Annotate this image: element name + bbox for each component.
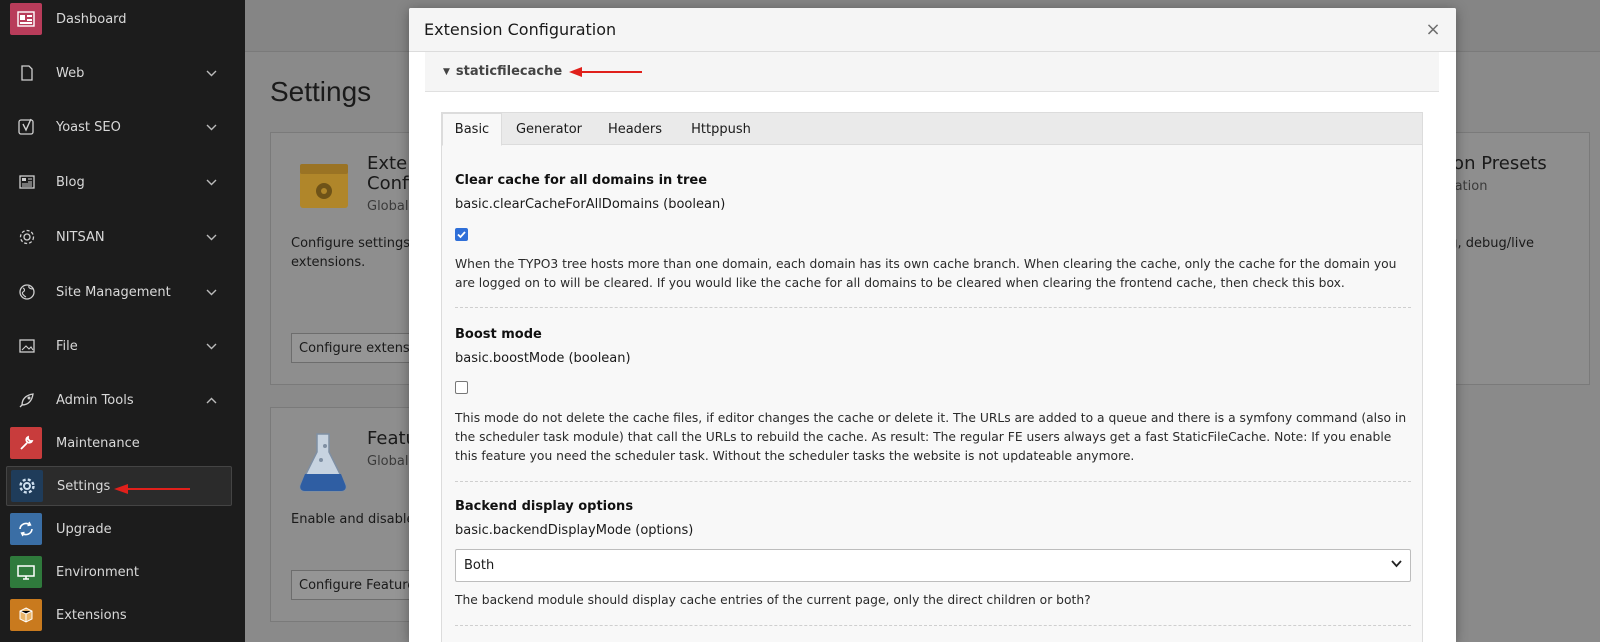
chevron-down-icon[interactable] (205, 121, 217, 133)
sidebar-item-upgrade[interactable]: Upgrade (6, 509, 232, 549)
sidebar-item-label: Settings (57, 478, 111, 494)
sidebar-item-environment[interactable]: Environment (6, 552, 232, 592)
card-subtitle: Global (367, 199, 409, 214)
chevron-down-icon (1391, 560, 1402, 568)
chevron-up-icon[interactable] (205, 394, 217, 406)
caret-down-icon: ▼ (443, 66, 450, 77)
yoast-icon (18, 118, 36, 136)
chevron-down-icon[interactable] (205, 176, 217, 188)
monitor-icon (10, 556, 42, 588)
blog-icon (18, 173, 36, 191)
refresh-icon (10, 513, 42, 545)
sidebar-item-label: Web (56, 65, 85, 81)
annotation-arrow-icon (569, 66, 643, 77)
divider (455, 481, 1411, 482)
rocket-icon (18, 391, 36, 409)
sidebar-item-nitsan[interactable]: NITSAN (0, 210, 245, 264)
configure-features-button[interactable]: Configure Feature (291, 570, 421, 600)
select-value: Both (464, 558, 495, 573)
modal-title: Extension Configuration (424, 20, 617, 39)
sidebar-item-label: Upgrade (56, 521, 112, 537)
sidebar-item-label: Site Management (56, 284, 171, 300)
setting-key: basic.clearCacheForAllDomains (boolean) (455, 197, 726, 212)
divider (455, 625, 1411, 626)
card-title: Exte (367, 153, 408, 174)
sidebar-item-yoast-seo[interactable]: Yoast SEO (0, 100, 245, 154)
card-title-line2: Confi (367, 173, 414, 194)
chevron-down-icon[interactable] (205, 67, 217, 79)
modal-body: ▼ staticfilecache Basic Generator Header… (425, 52, 1439, 642)
card-title: tion Presets (1441, 153, 1547, 174)
chevron-down-icon[interactable] (205, 286, 217, 298)
tab-bar: Basic Generator Headers Httppush (442, 113, 1422, 146)
setting-key: basic.backendDisplayMode (options) (455, 523, 694, 538)
card-feature-toggles: Featu Global Enable and disable Configur… (270, 407, 421, 622)
tab-basic[interactable]: Basic (442, 113, 502, 146)
page-icon (18, 64, 36, 82)
chevron-down-icon[interactable] (205, 231, 217, 243)
tab-generator[interactable]: Generator (504, 113, 594, 146)
setting-title: Clear cache for all domains in tree (455, 173, 708, 188)
sidebar-item-label: Yoast SEO (56, 119, 121, 135)
globe-icon (18, 283, 36, 301)
sidebar-item-label: NITSAN (56, 229, 105, 245)
sidebar-item-site-management[interactable]: Site Management (0, 265, 245, 319)
sidebar: Dashboard Web Yoast SEO Blog NITSAN Site… (0, 0, 245, 642)
setting-description: The backend module should display cache … (455, 593, 1091, 607)
backend-display-mode-select[interactable]: Both (455, 549, 1411, 582)
sidebar-item-label: Maintenance (56, 435, 140, 451)
sidebar-item-blog[interactable]: Blog (0, 155, 245, 209)
flask-icon (297, 432, 349, 496)
card-subtitle: Global (367, 454, 409, 469)
sidebar-item-admin-tools[interactable]: Admin Tools (0, 373, 245, 427)
divider (455, 307, 1411, 308)
close-icon[interactable]: × (1418, 15, 1448, 45)
tab-headers[interactable]: Headers (594, 113, 676, 146)
modal-header: Extension Configuration × (409, 8, 1456, 52)
configure-extensions-button[interactable]: Configure extensi (291, 333, 421, 363)
sidebar-item-file[interactable]: File (0, 319, 245, 373)
box-icon (299, 163, 349, 213)
checkmark-icon (457, 231, 466, 239)
sidebar-item-label: Dashboard (56, 11, 127, 27)
sidebar-item-maintenance[interactable]: Maintenance (6, 423, 232, 463)
gear-icon (18, 228, 36, 246)
sidebar-item-extensions[interactable]: Extensions (6, 595, 232, 635)
sidebar-item-label: Extensions (56, 607, 127, 623)
sidebar-item-label: File (56, 338, 78, 354)
card-configuration-presets: tion Presets uration ng, debug/live (1440, 132, 1590, 385)
sidebar-item-label: Environment (56, 564, 140, 580)
sidebar-item-dashboard[interactable]: Dashboard (0, 0, 245, 46)
boost-mode-checkbox[interactable] (455, 381, 468, 394)
gear-icon (11, 470, 43, 502)
sidebar-item-label: Blog (56, 174, 85, 190)
clear-cache-all-domains-checkbox[interactable] (455, 228, 468, 241)
setting-title: Boost mode (455, 327, 542, 342)
tab-httppush[interactable]: Httppush (676, 113, 766, 146)
card-text: Configure settings (291, 236, 410, 251)
image-icon (18, 337, 36, 355)
card-extension-configuration: Exte Confi Global Configure settings ext… (270, 132, 421, 385)
annotation-arrow-icon (114, 484, 190, 494)
box-icon (10, 599, 42, 631)
setting-clear-cache-all-domains: Clear cache for all domains in tree basi… (455, 173, 1411, 212)
wrench-icon (10, 427, 42, 459)
setting-description: When the TYPO3 tree hosts more than one … (455, 257, 1397, 290)
setting-backend-display-options: Backend display options basic.backendDis… (455, 499, 1411, 538)
setting-boost-mode: Boost mode basic.boostMode (boolean) (455, 327, 1411, 366)
settings-tabs: Basic Generator Headers Httppush Clear c… (441, 112, 1423, 642)
card-text: extensions. (291, 255, 366, 270)
sidebar-item-label: Admin Tools (56, 392, 134, 408)
extension-panel-toggle[interactable]: ▼ staticfilecache (425, 52, 1439, 92)
dashboard-icon (10, 3, 42, 35)
setting-title: Backend display options (455, 499, 634, 514)
page-title: Settings (270, 76, 372, 107)
chevron-down-icon[interactable] (205, 340, 217, 352)
setting-description: This mode do not delete the cache files,… (455, 411, 1407, 463)
extension-name: staticfilecache (455, 64, 563, 79)
card-text: Enable and disable (291, 512, 415, 527)
sidebar-item-web[interactable]: Web (0, 46, 245, 100)
extension-configuration-modal: Extension Configuration × ▼ staticfileca… (409, 8, 1456, 642)
setting-key: basic.boostMode (boolean) (455, 351, 631, 366)
